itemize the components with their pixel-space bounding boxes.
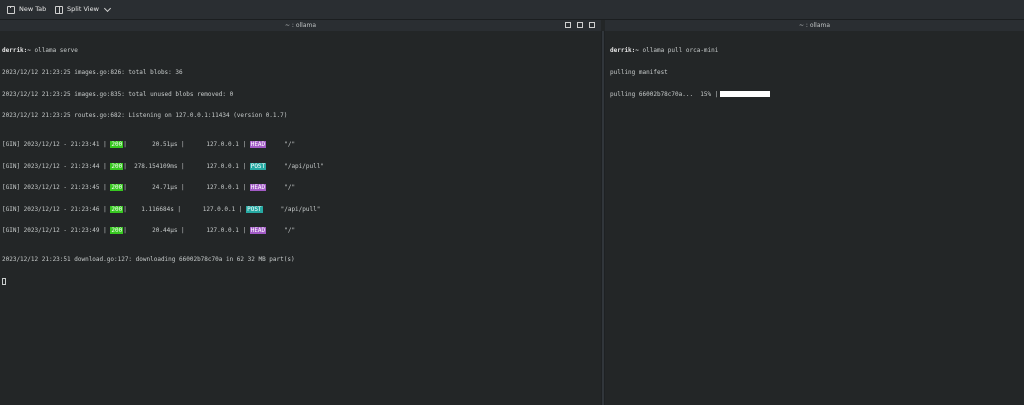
gin-log-row: [GIN] 2023/12/12 - 21:23:45 | 200| 24.71…: [2, 184, 296, 192]
prompt: derrik:~: [610, 47, 639, 55]
method-badge: POST: [249, 162, 267, 170]
terminal-cursor: [2, 277, 6, 285]
new-tab-icon: [7, 5, 15, 14]
close-pane-icon[interactable]: [589, 22, 595, 28]
gin-log-row: [GIN] 2023/12/12 - 21:23:49 | 200| 20.44…: [2, 227, 296, 235]
progress-text: pulling 66002b78c70a... 15% |: [610, 90, 719, 98]
command: ollama serve: [30, 47, 78, 55]
right-pane-title: ~ : ollama: [798, 22, 831, 29]
gin-log-row: [GIN] 2023/12/12 - 21:23:41 | 200| 20.51…: [2, 140, 296, 148]
log-line: 2023/12/12 21:23:25 images.go:835: total…: [2, 90, 234, 98]
right-terminal[interactable]: derrik:~ ollama pull orca-mini pulling m…: [610, 33, 1020, 105]
gin-log-row: [GIN] 2023/12/12 - 21:23:46 | 200| 1.116…: [2, 205, 321, 213]
request-path: "/api/pull": [266, 162, 324, 170]
split-view-button[interactable]: Split View: [55, 4, 111, 15]
new-tab-button[interactable]: New Tab: [7, 4, 46, 15]
latency: 278.154109ms |: [126, 162, 185, 170]
left-pane-title: ~ : ollama: [284, 22, 317, 29]
command: ollama pull orca-mini: [638, 47, 719, 55]
right-pane-header: ~ : ollama: [605, 20, 1024, 31]
split-view-label: Split View: [67, 5, 99, 13]
client-ip: 127.0.0.1 |: [184, 227, 247, 235]
status-badge: 200: [110, 140, 124, 148]
prompt-line: derrik:~ ollama serve: [2, 47, 600, 54]
status-badge: 200: [110, 227, 124, 235]
left-terminal[interactable]: derrik:~ ollama serve 2023/12/12 21:23:2…: [2, 33, 600, 292]
output-line: pulling manifest: [610, 69, 668, 76]
pane-divider[interactable]: [601, 31, 605, 405]
prompt: derrik:~: [2, 47, 31, 55]
split-pane-icon[interactable]: [577, 22, 583, 28]
maximize-pane-icon[interactable]: [565, 22, 571, 28]
latency: 24.71µs |: [126, 184, 185, 192]
terminal-toolbar: New Tab Split View: [0, 0, 1024, 20]
status-badge: 200: [110, 184, 124, 192]
chevron-down-icon[interactable]: [103, 4, 111, 13]
request-path: "/": [266, 227, 296, 235]
request-path: "/": [266, 140, 296, 148]
cursor-line: [2, 277, 600, 285]
gin-prefix: [GIN] 2023/12/12 - 21:23:41 |: [2, 140, 107, 148]
method-badge: POST: [246, 205, 263, 213]
gin-prefix: [GIN] 2023/12/12 - 21:23:49 |: [2, 227, 107, 235]
client-ip: 127.0.0.1 |: [184, 140, 247, 148]
new-tab-label: New Tab: [19, 5, 47, 13]
client-ip: 127.0.0.1 |: [181, 205, 243, 213]
gin-prefix: [GIN] 2023/12/12 - 21:23:44 |: [2, 162, 107, 170]
progress-line: pulling 66002b78c70a... 15% |: [610, 90, 1020, 98]
prompt-line: derrik:~ ollama pull orca-mini: [610, 47, 1020, 54]
split-view-icon: [55, 5, 63, 14]
gin-prefix: [GIN] 2023/12/12 - 21:23:46 |: [2, 205, 107, 213]
client-ip: 127.0.0.1 |: [184, 162, 247, 170]
method-badge: HEAD: [249, 227, 267, 235]
log-line: 2023/12/12 21:23:25 routes.go:682: Liste…: [2, 112, 288, 120]
method-badge: HEAD: [249, 140, 267, 148]
latency: 20.51µs |: [126, 140, 185, 148]
request-path: "/": [266, 184, 296, 192]
request-path: "/api/pull": [262, 205, 321, 213]
log-line: 2023/12/12 21:23:51 download.go:127: dow…: [2, 256, 295, 264]
gin-log-row: [GIN] 2023/12/12 - 21:23:44 | 200| 278.1…: [2, 162, 324, 170]
method-badge: HEAD: [249, 184, 267, 192]
status-badge: 200: [110, 162, 124, 170]
left-pane-header: ~ : ollama: [0, 20, 601, 31]
client-ip: 127.0.0.1 |: [184, 184, 247, 192]
gin-prefix: [GIN] 2023/12/12 - 21:23:45 |: [2, 184, 107, 192]
progress-bar: [720, 90, 771, 97]
latency: 20.44µs |: [126, 227, 185, 235]
latency: 1.116684s |: [126, 205, 182, 213]
log-line: 2023/12/12 21:23:25 images.go:826: total…: [2, 69, 183, 76]
status-badge: 200: [110, 205, 124, 213]
